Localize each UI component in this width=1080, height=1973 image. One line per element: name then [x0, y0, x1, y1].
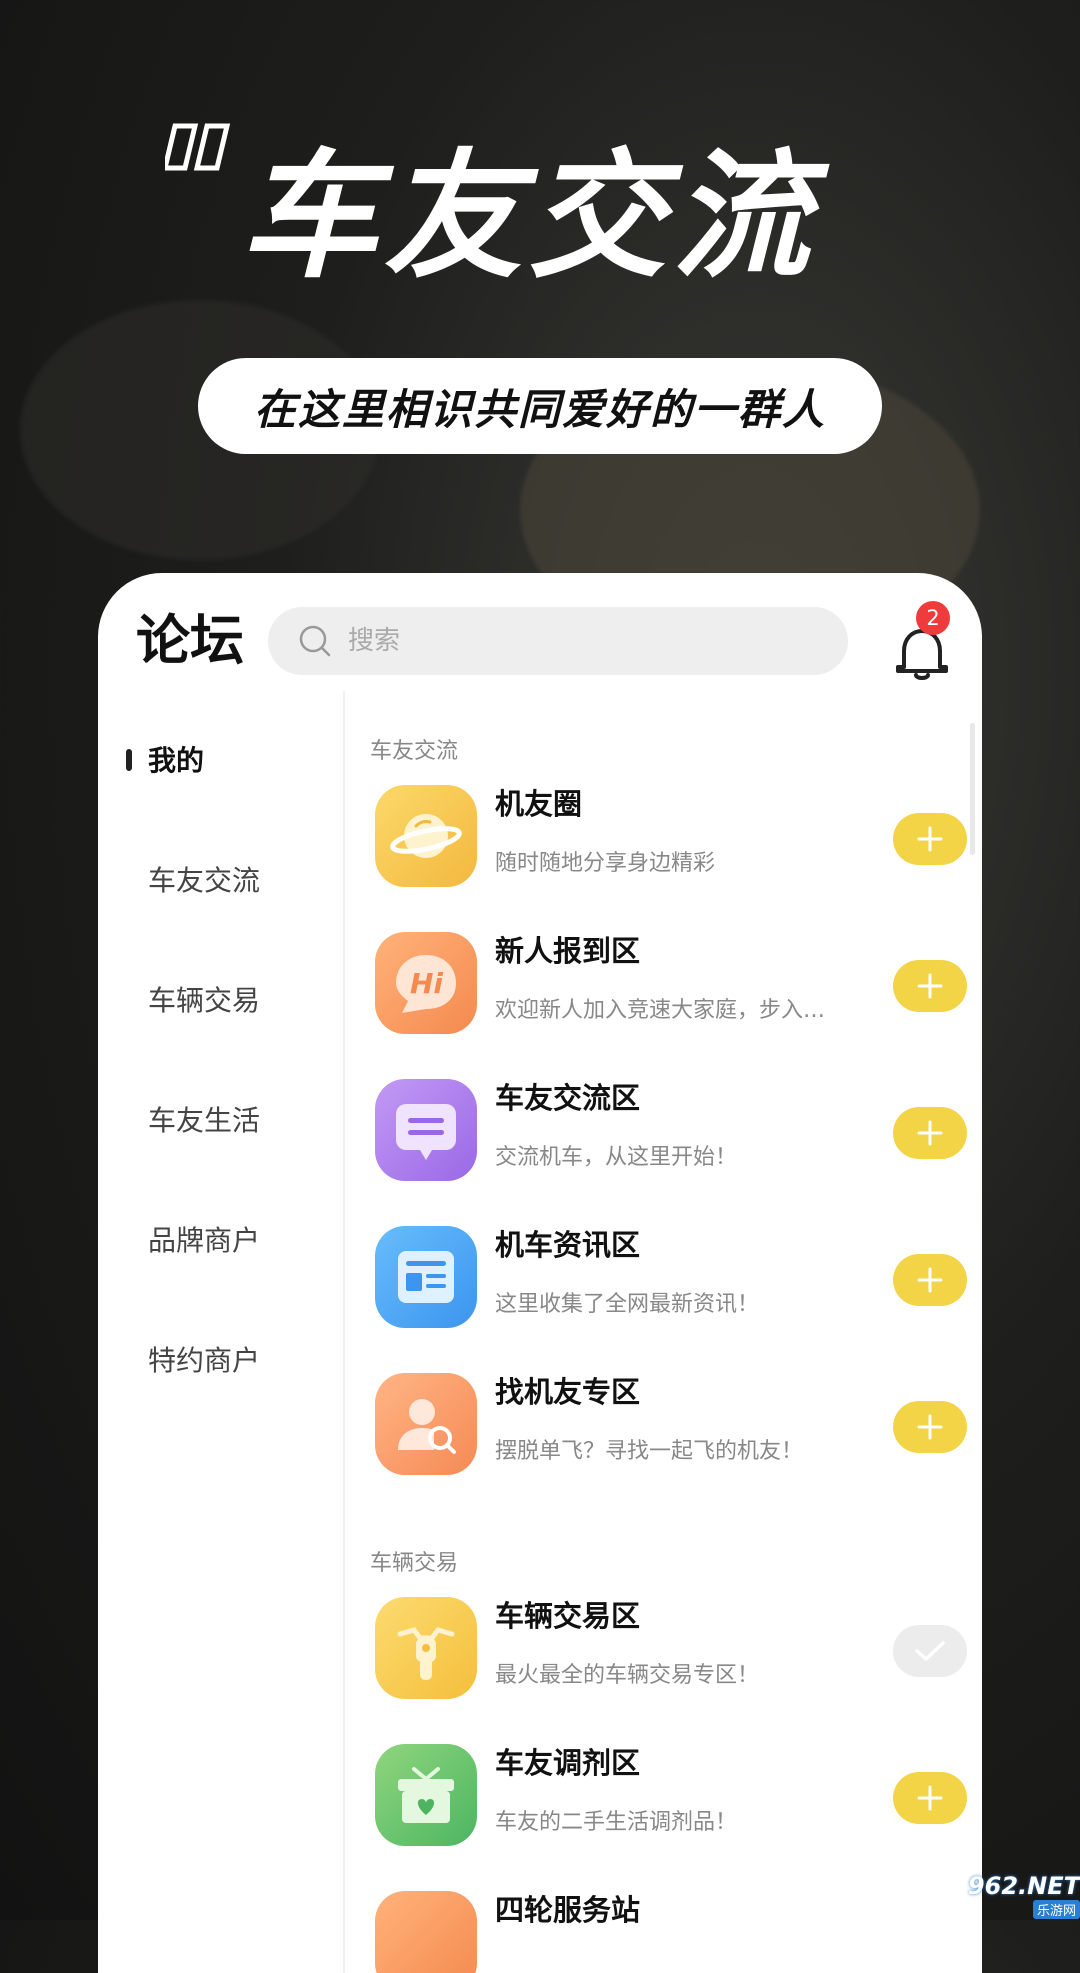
chat-icon — [375, 1079, 477, 1181]
item-title: 车友调剂区 — [495, 1746, 641, 1780]
item-description: 摆脱单飞？寻找一起飞的机友！ — [495, 1439, 804, 1464]
hero-title: 车友交流 — [240, 136, 817, 297]
watermark-text: 962.NET — [967, 1871, 1080, 1900]
item-title: 新人报到区 — [495, 934, 641, 968]
join-button[interactable] — [893, 1107, 967, 1159]
hero-subtitle: 在这里相识共同爱好的一群人 — [253, 384, 826, 434]
sidebar-item-rider-exchange[interactable]: 车友交流 — [148, 861, 260, 901]
list-item[interactable]: 车友调剂区 车友的二手生活调剂品！ — [375, 1732, 975, 1852]
section-label: 车辆交易 — [370, 1551, 459, 1576]
svg-text:Hi: Hi — [410, 967, 443, 1000]
item-description: 最火最全的车辆交易专区！ — [495, 1663, 760, 1688]
checkmark-icon — [915, 1641, 945, 1661]
list-item[interactable]: 四轮服务站 — [375, 1879, 975, 1973]
item-description: 随时随地分享身边精彩 — [495, 851, 716, 876]
hi-bubble-icon: Hi — [375, 932, 477, 1034]
plus-icon — [917, 1120, 943, 1146]
item-title: 四轮服务站 — [495, 1893, 641, 1927]
item-description: 欢迎新人加入竞速大家庭，步入… — [495, 998, 826, 1023]
user-search-icon — [375, 1373, 477, 1475]
list-item[interactable]: 车辆交易区 最火最全的车辆交易专区！ — [375, 1585, 975, 1705]
forum-list: 车友交流 机友圈 随时随地分享身边精彩 Hi 新人报到区 欢迎新人加入竞速大家庭… — [345, 703, 975, 1973]
list-item[interactable]: 机车资讯区 这里收集了全网最新资讯！ — [375, 1214, 975, 1334]
header: 论坛 2 — [98, 573, 982, 703]
plus-icon — [917, 973, 943, 999]
sidebar-item-partner-merchants[interactable]: 特约商户 — [148, 1341, 260, 1381]
watermark-subtext: 乐游网 — [1032, 1899, 1080, 1919]
item-title: 机车资讯区 — [495, 1228, 641, 1262]
page-title: 论坛 — [136, 609, 244, 672]
list-item[interactable]: Hi 新人报到区 欢迎新人加入竞速大家庭，步入… — [375, 920, 975, 1040]
plus-icon — [917, 1414, 943, 1440]
join-button[interactable] — [893, 1772, 967, 1824]
quote-mark-icon — [165, 123, 231, 171]
join-button[interactable] — [893, 1254, 967, 1306]
motorcycle-icon — [375, 1597, 477, 1699]
join-button[interactable] — [893, 960, 967, 1012]
search-bar[interactable] — [268, 607, 848, 675]
item-description: 这里收集了全网最新资讯！ — [495, 1292, 760, 1317]
hero-subtitle-pill: 在这里相识共同爱好的一群人 — [198, 358, 882, 454]
gift-box-icon — [375, 1744, 477, 1846]
sidebar-item-vehicle-trade[interactable]: 车辆交易 — [148, 981, 260, 1021]
sidebar-item-brand-merchants[interactable]: 品牌商户 — [148, 1221, 260, 1261]
plus-icon — [917, 1267, 943, 1293]
item-title: 机友圈 — [495, 787, 583, 821]
active-indicator — [126, 749, 132, 771]
join-button[interactable] — [893, 813, 967, 865]
item-title: 找机友专区 — [495, 1375, 641, 1409]
joined-button[interactable] — [893, 1625, 967, 1677]
plus-icon — [917, 1785, 943, 1811]
notification-badge: 2 — [916, 601, 950, 635]
section-label: 车友交流 — [370, 739, 459, 764]
item-title: 车友交流区 — [495, 1081, 641, 1115]
planet-icon — [375, 785, 477, 887]
sidebar: 我的 车友交流 车辆交易 车友生活 品牌商户 特约商户 — [98, 703, 343, 1973]
search-icon — [299, 625, 331, 657]
news-icon — [375, 1226, 477, 1328]
service-icon — [375, 1891, 477, 1973]
sidebar-item-mine[interactable]: 我的 — [148, 741, 204, 781]
item-description: 车友的二手生活调剂品！ — [495, 1810, 738, 1835]
join-button[interactable] — [893, 1401, 967, 1453]
watermark-logo: 962.NET 乐游网 — [940, 1872, 1080, 1920]
list-item[interactable]: 机友圈 随时随地分享身边精彩 — [375, 773, 975, 893]
list-item[interactable]: 车友交流区 交流机车，从这里开始！ — [375, 1067, 975, 1187]
forum-card: 论坛 2 我的 车友交流 车辆交易 车友生活 品牌商户 特约商户 车友交流 — [98, 573, 982, 1973]
plus-icon — [917, 826, 943, 852]
item-description: 交流机车，从这里开始！ — [495, 1145, 738, 1170]
search-input[interactable] — [346, 625, 810, 657]
item-title: 车辆交易区 — [495, 1599, 641, 1633]
sidebar-item-rider-life[interactable]: 车友生活 — [148, 1101, 260, 1141]
list-item[interactable]: 找机友专区 摆脱单飞？寻找一起飞的机友！ — [375, 1361, 975, 1481]
